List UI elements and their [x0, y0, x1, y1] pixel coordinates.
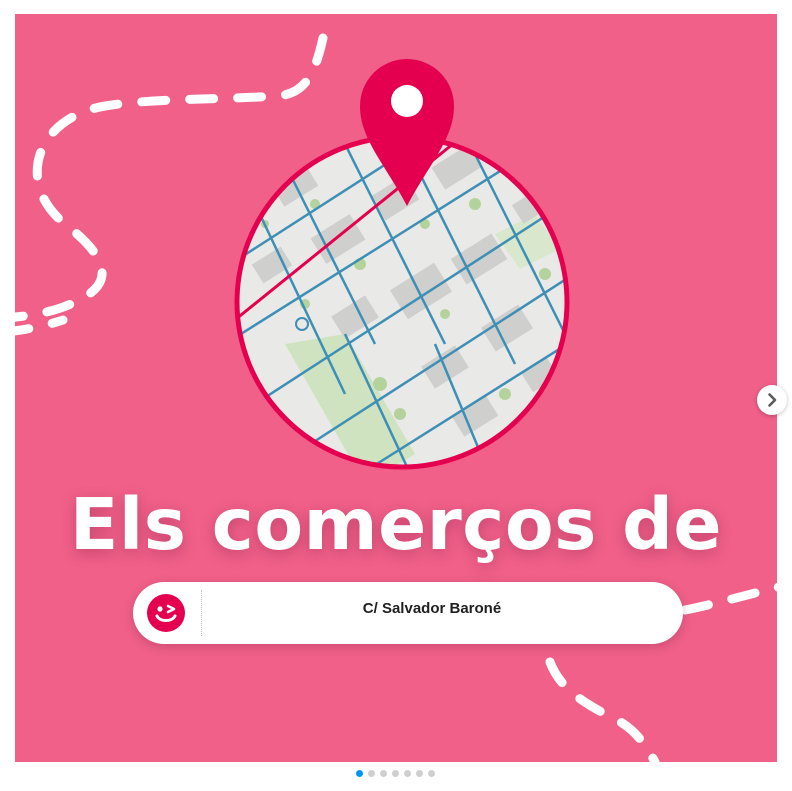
address-search-bar: C/ Salvador Baroné: [133, 582, 683, 644]
street-address: C/ Salvador Baroné: [362, 600, 502, 617]
pagination-dot: [368, 770, 375, 777]
carousel-next-button[interactable]: [757, 385, 787, 415]
pagination-dot: [416, 770, 423, 777]
pagination-dot: [404, 770, 411, 777]
pagination-dot: [428, 770, 435, 777]
pagination-dot: [392, 770, 399, 777]
carousel-pagination: [356, 770, 435, 778]
pagination-dot: [380, 770, 387, 777]
carousel-post-image[interactable]: Els comerços de C/ Salvador Baroné: [15, 14, 777, 762]
post-headline: Els comerços de: [69, 483, 723, 566]
post-artwork: [15, 14, 777, 762]
pagination-dot: [356, 770, 363, 777]
chevron-right-icon: [768, 393, 777, 407]
winking-smiley-icon: [147, 594, 185, 632]
